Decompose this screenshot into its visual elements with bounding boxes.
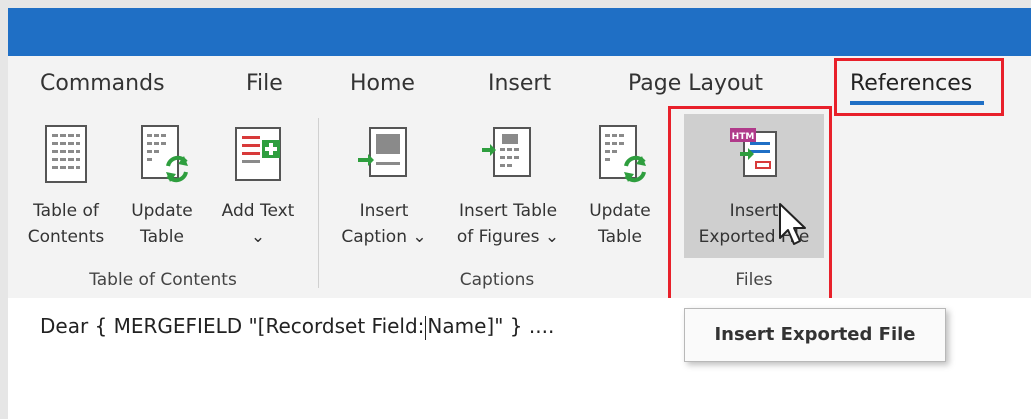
tab-file[interactable]: File — [246, 68, 283, 100]
update-table-label-2: Table — [598, 227, 642, 247]
group-label-captions: Captions — [459, 270, 535, 290]
tab-page-layout[interactable]: Page Layout — [628, 68, 763, 100]
insert-table-of-figures-label-1: Insert Table — [458, 201, 558, 221]
add-text-dropdown-icon: ⌄ — [250, 227, 266, 247]
add-text-label: Add Text — [221, 201, 295, 221]
insert-caption-label-1: Insert — [359, 201, 409, 221]
update-table-label-1: Update — [589, 201, 651, 221]
insert-caption-label-2: Caption ⌄ — [341, 227, 427, 247]
group-label-table-of-contents: Table of Contents — [89, 270, 237, 290]
tooltip: Insert Exported File — [684, 308, 946, 362]
tab-home[interactable]: Home — [350, 68, 415, 100]
insert-table-of-figures-icon — [482, 127, 531, 177]
add-text-button[interactable]: Add Text ⌄ — [210, 118, 306, 268]
table-of-contents-icon — [45, 125, 87, 183]
update-table-toc-button[interactable]: Update Table — [120, 118, 204, 268]
insert-table-of-figures-label-2: of Figures ⌄ — [456, 227, 560, 247]
insert-table-of-figures-button[interactable]: Insert Table of Figures ⌄ — [444, 118, 572, 268]
tab-insert[interactable]: Insert — [488, 68, 551, 100]
add-text-icon — [235, 127, 281, 181]
table-of-contents-label-2: Contents — [27, 227, 105, 247]
update-table-icon — [599, 125, 646, 183]
table-of-contents-label-1: Table of — [33, 201, 99, 221]
mergefield-text-after: Name]" } .... — [427, 314, 555, 338]
insert-caption-button[interactable]: Insert Caption ⌄ — [332, 118, 436, 268]
tab-commands[interactable]: Commands — [40, 68, 165, 100]
group-separator — [318, 118, 319, 288]
document-text[interactable]: Dear { MERGEFIELD "[Recordset Field: Name… — [40, 314, 554, 340]
mergefield-text-before: Dear { MERGEFIELD "[Recordset Field: — [40, 314, 425, 338]
mouse-pointer-icon — [779, 203, 806, 245]
update-table-label-2: Table — [140, 227, 184, 247]
insert-caption-icon — [358, 127, 407, 177]
update-table-icon — [141, 125, 188, 183]
update-table-label-1: Update — [131, 201, 193, 221]
update-table-captions-button[interactable]: Update Table — [578, 118, 662, 268]
table-of-contents-button[interactable]: Table of Contents — [18, 118, 114, 268]
title-bar — [8, 8, 1031, 56]
references-tab-highlight — [834, 58, 1004, 116]
